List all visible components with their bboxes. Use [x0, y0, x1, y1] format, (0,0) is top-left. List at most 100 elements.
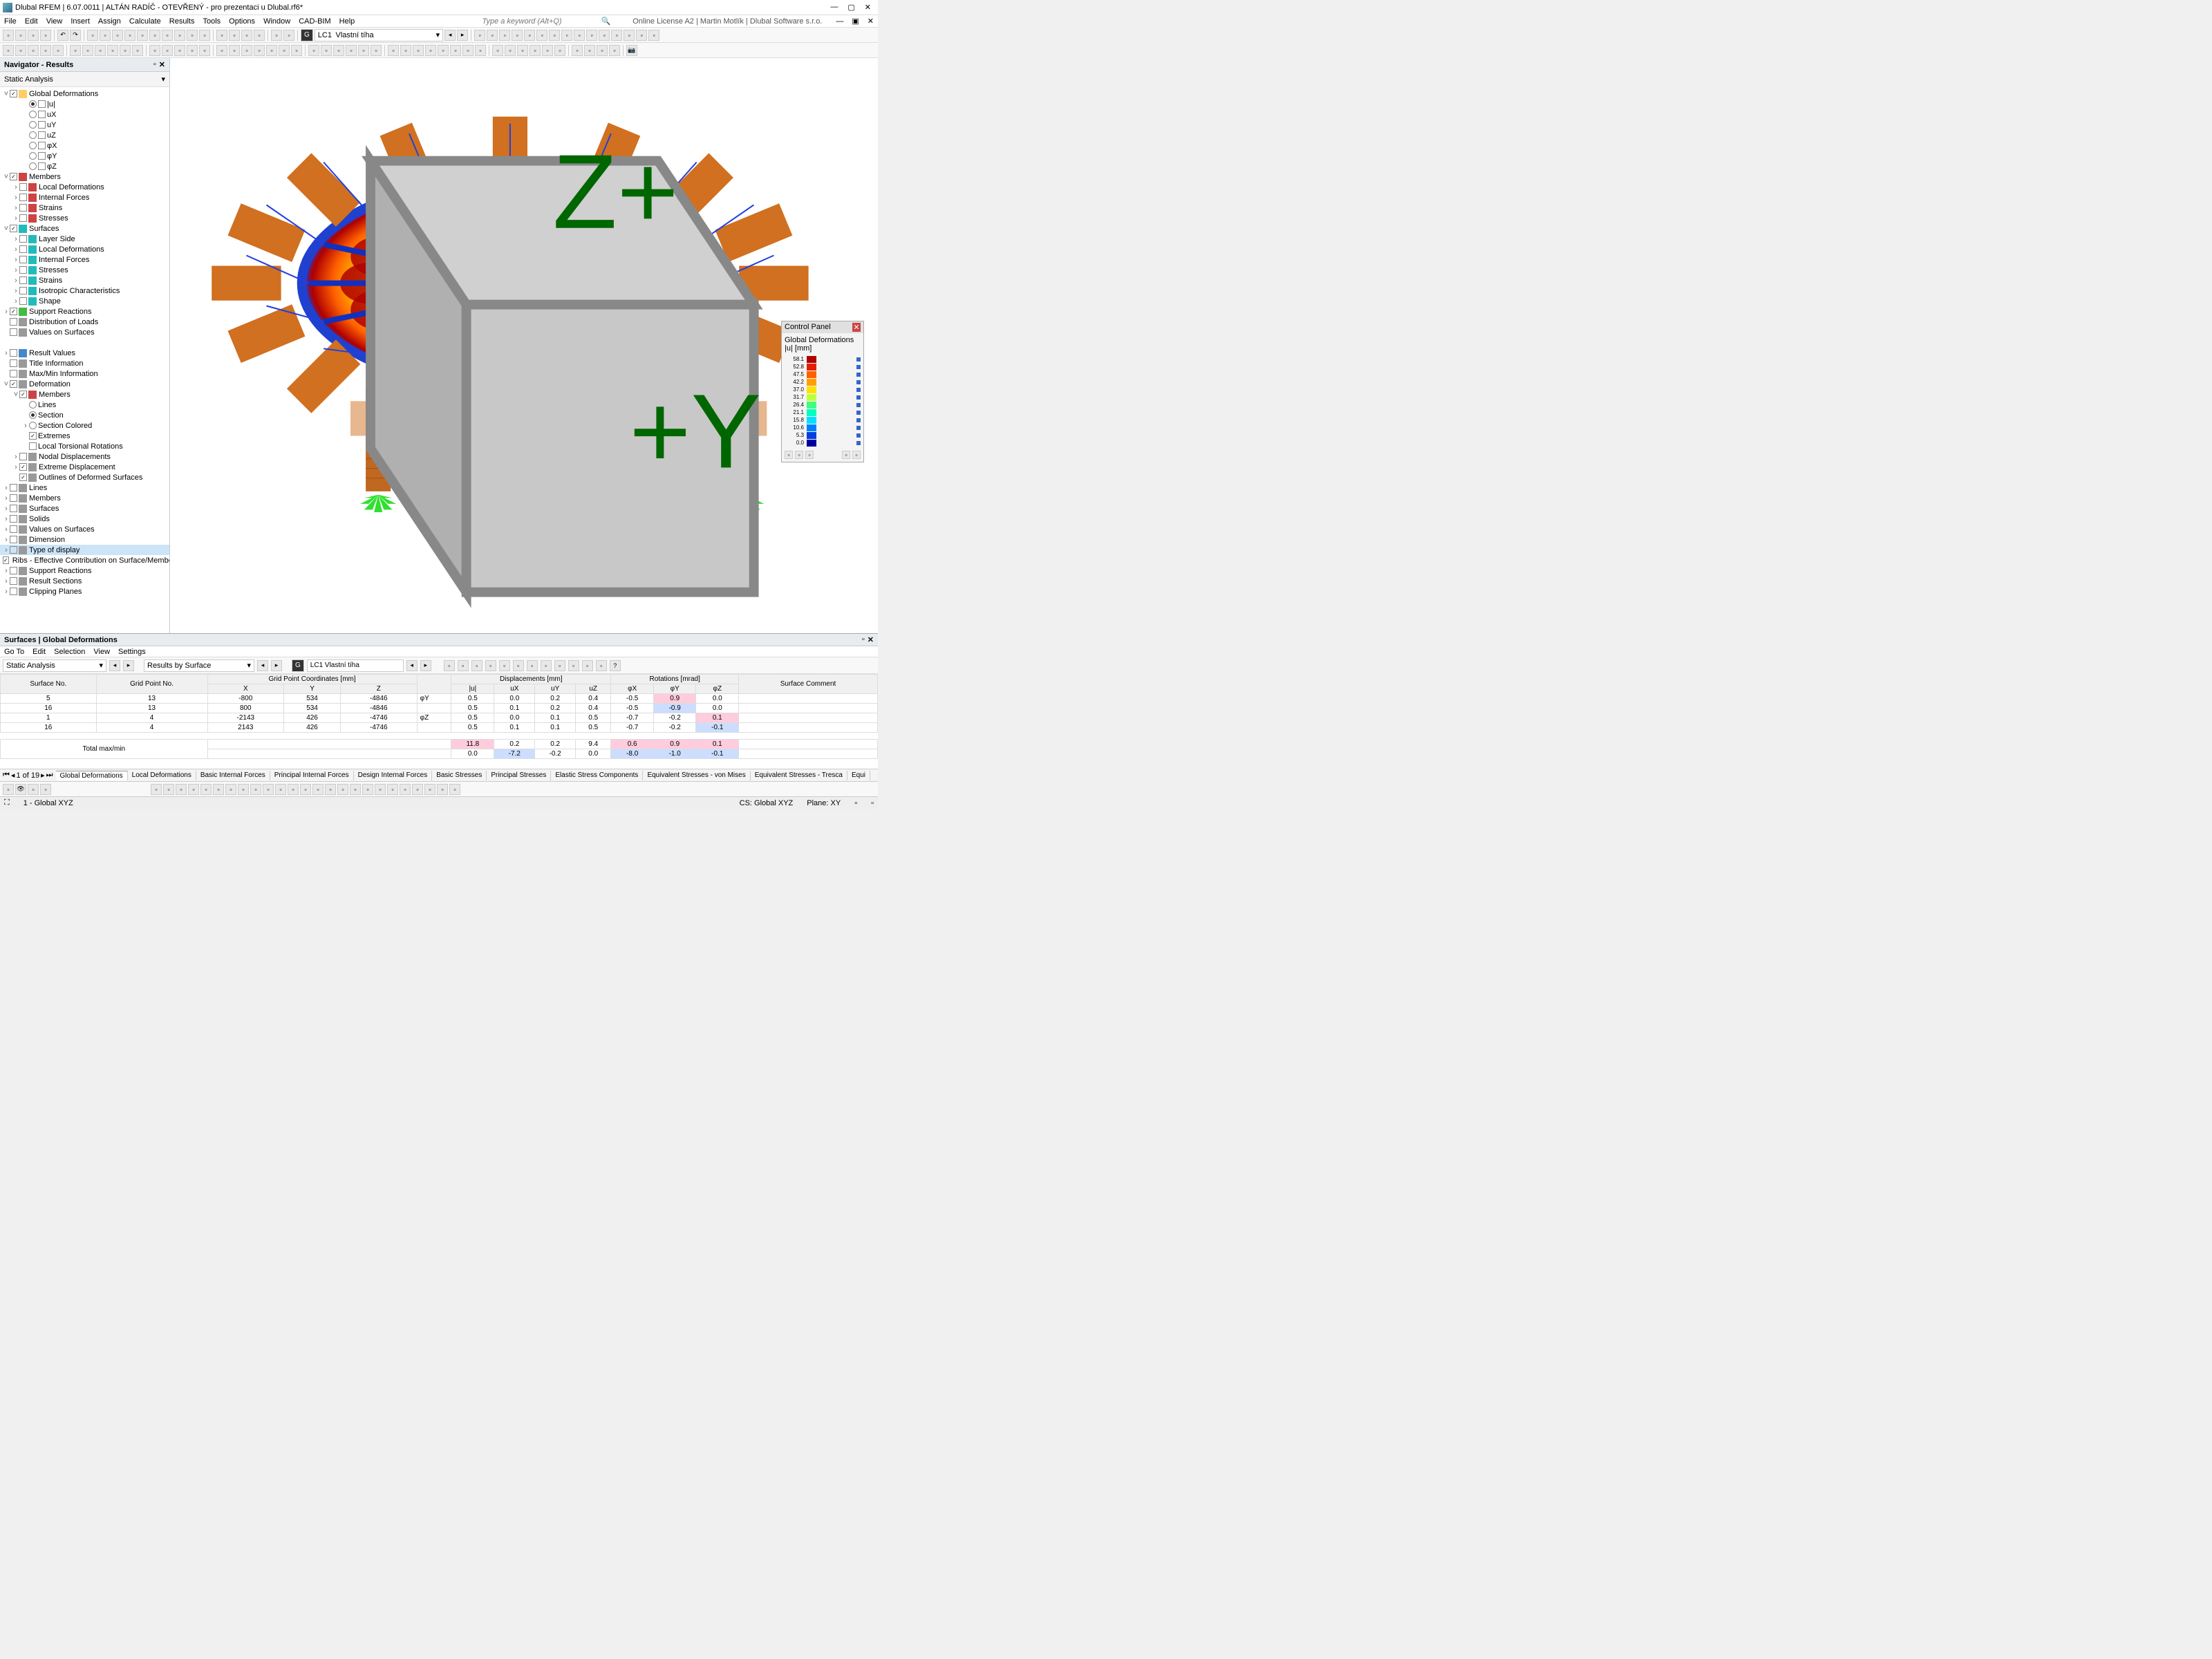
tree-item[interactable]: ›Local Deformations [0, 244, 169, 254]
tb-print-icon[interactable]: ▫ [40, 30, 51, 41]
mdi-minimize-icon[interactable]: — [836, 17, 843, 26]
bt-icon[interactable]: ▫ [3, 784, 14, 795]
tree-item[interactable]: ›Nodal Displacements [0, 451, 169, 462]
tree-item[interactable]: ›Members [0, 493, 169, 503]
results-tool-icon[interactable]: ▫ [582, 660, 593, 671]
view-cube[interactable]: Z+ +Y [160, 65, 868, 640]
results-prev-icon[interactable]: ◂ [109, 660, 120, 671]
status-coord-icon[interactable]: ⛶ [4, 798, 10, 807]
menu-insert[interactable]: Insert [71, 17, 90, 26]
tb-icon[interactable]: ▫ [584, 45, 595, 56]
menu-results[interactable]: Results [169, 17, 195, 26]
results-menu-goto[interactable]: Go To [4, 648, 24, 656]
tb-icon[interactable]: ▫ [199, 45, 210, 56]
results-close-icon[interactable]: ✕ [868, 635, 874, 644]
tree-item[interactable]: ˅✓Members [0, 389, 169, 400]
tb-next-icon[interactable]: ▸ [457, 30, 468, 41]
results-tool-icon[interactable]: ▫ [471, 660, 482, 671]
maximize-icon[interactable]: ▢ [847, 3, 854, 12]
tree-item[interactable]: ›Dimension [0, 534, 169, 545]
tb-icon[interactable]: ▫ [611, 30, 622, 41]
results-tool-icon[interactable]: ▫ [541, 660, 552, 671]
bt-icon[interactable]: ▫ [400, 784, 411, 795]
pager-prev-icon[interactable]: ◂ [11, 771, 15, 780]
tb-camera-icon[interactable]: 📷 [626, 45, 637, 56]
results-tab[interactable]: Global Deformations [56, 771, 128, 780]
tb-icon[interactable]: ▫ [241, 45, 252, 56]
tree-item[interactable]: ›Stresses [0, 265, 169, 275]
search-icon[interactable]: 🔍 [601, 17, 611, 26]
bt-icon[interactable]: ▫ [449, 784, 460, 795]
legend-tool-icon[interactable]: ▫ [795, 451, 803, 459]
results-prev2-icon[interactable]: ◂ [257, 660, 268, 671]
table-row[interactable]: 513-800534-4846φY0.50.00.20.4-0.50.90.0 [1, 694, 878, 704]
results-tool-icon[interactable]: ▫ [485, 660, 496, 671]
tb-icon[interactable]: ▫ [120, 45, 131, 56]
tree-item[interactable]: uZ [0, 130, 169, 140]
tb-icon[interactable]: ▫ [100, 30, 111, 41]
tb-icon[interactable]: ▫ [279, 45, 290, 56]
tb-icon[interactable]: ▫ [572, 45, 583, 56]
legend-tool-icon[interactable]: ▫ [805, 451, 814, 459]
tb-icon[interactable]: ▫ [474, 30, 485, 41]
tree-item[interactable]: ›Result Values [0, 348, 169, 358]
menu-help[interactable]: Help [339, 17, 355, 26]
tree-item[interactable]: Values on Surfaces [0, 327, 169, 337]
results-tab[interactable]: Local Deformations [128, 771, 196, 780]
tree-item[interactable]: ˅✓Surfaces [0, 223, 169, 234]
tree-item[interactable]: Lines [0, 400, 169, 410]
control-panel[interactable]: Control Panel ✕ Global Deformations |u| … [781, 321, 864, 462]
tb-icon[interactable]: ▫ [162, 30, 173, 41]
tree-item[interactable]: ›Support Reactions [0, 565, 169, 576]
results-tool-icon[interactable]: ▫ [513, 660, 524, 671]
close-icon[interactable]: ✕ [865, 3, 871, 12]
tb-icon[interactable]: ▫ [95, 45, 106, 56]
tb-icon[interactable]: ▫ [229, 45, 240, 56]
tb-icon[interactable]: ▫ [438, 45, 449, 56]
tb-icon[interactable]: ▫ [3, 45, 14, 56]
tb-icon[interactable]: ▫ [450, 45, 461, 56]
tb-save-icon[interactable]: ▫ [28, 30, 39, 41]
results-tab[interactable]: Basic Internal Forces [196, 771, 270, 780]
tb-icon[interactable]: ▫ [574, 30, 585, 41]
nav-pin-icon[interactable]: ▫ [153, 60, 156, 69]
bt-icon[interactable]: ▫ [300, 784, 311, 795]
tb-icon[interactable]: ▫ [648, 30, 659, 41]
bt-icon[interactable]: ▫ [238, 784, 249, 795]
bt-icon[interactable]: ▫ [200, 784, 212, 795]
bt-icon[interactable]: ▫ [163, 784, 174, 795]
bt-icon[interactable]: ▫ [188, 784, 199, 795]
tb-icon[interactable]: ▫ [554, 45, 565, 56]
tree-item[interactable]: ✓Extremes [0, 431, 169, 441]
tree-item[interactable]: ›Internal Forces [0, 192, 169, 203]
menu-file[interactable]: File [4, 17, 17, 26]
results-tool-icon[interactable]: ▫ [527, 660, 538, 671]
results-tool-icon[interactable]: ▫ [568, 660, 579, 671]
table-row[interactable]: 1642143426-47460.50.10.10.5-0.7-0.2-0.1 [1, 723, 878, 733]
status-coord-system[interactable]: 1 - Global XYZ [24, 799, 73, 807]
tree-item[interactable]: ›Section Colored [0, 420, 169, 431]
bt-icon[interactable]: ▫ [375, 784, 386, 795]
tree-item[interactable]: uX [0, 109, 169, 120]
status-icon[interactable]: ▫ [871, 799, 874, 807]
menu-window[interactable]: Window [263, 17, 290, 26]
mdi-restore-icon[interactable]: ▣ [852, 17, 859, 26]
bt-icon[interactable]: ▫ [40, 784, 51, 795]
tree-item[interactable]: φY [0, 151, 169, 161]
results-menu-view[interactable]: View [93, 648, 110, 656]
tb-icon[interactable]: ▫ [87, 30, 98, 41]
tb-icon[interactable]: ▫ [321, 45, 332, 56]
tb-icon[interactable]: ▫ [512, 30, 523, 41]
menu-calculate[interactable]: Calculate [129, 17, 161, 26]
loadcase-combo[interactable]: LC1 Vlastní tíha▾ [315, 29, 443, 41]
tree-item[interactable]: Section [0, 410, 169, 420]
results-tool-icon[interactable]: ▫ [554, 660, 565, 671]
control-panel-close-icon[interactable]: ✕ [852, 323, 861, 332]
tree-item[interactable]: Max/Min Information [0, 368, 169, 379]
tb-icon[interactable]: ▫ [333, 45, 344, 56]
tree-item[interactable]: Title Information [0, 358, 169, 368]
tree-item[interactable]: ›Stresses [0, 213, 169, 223]
menu-assign[interactable]: Assign [98, 17, 121, 26]
bt-icon[interactable]: ▫ [424, 784, 435, 795]
legend-tool-icon[interactable]: ▫ [785, 451, 793, 459]
